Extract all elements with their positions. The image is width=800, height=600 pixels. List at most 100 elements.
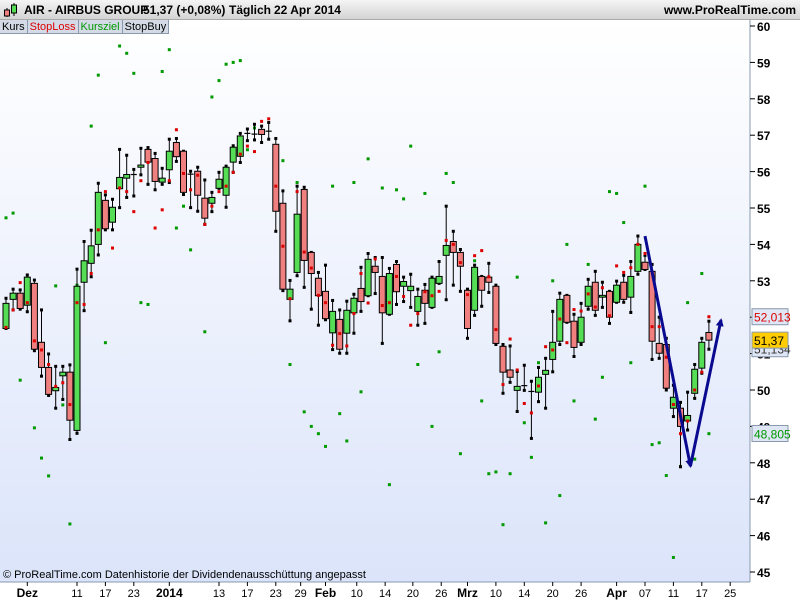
kursziel-point xyxy=(139,301,143,305)
candle xyxy=(279,189,287,293)
candle-high-mark xyxy=(203,178,207,182)
kursziel-point xyxy=(657,441,661,445)
stoploss-point xyxy=(146,161,150,164)
candle-body xyxy=(499,345,507,373)
stoploss-point xyxy=(96,228,100,232)
candle-body xyxy=(38,341,45,368)
candle-low-mark xyxy=(551,370,555,374)
kursziel-point xyxy=(650,443,654,447)
kursziel-point xyxy=(359,390,363,394)
stoploss-point xyxy=(32,339,36,343)
candle-high-mark xyxy=(458,247,462,251)
stoploss-point xyxy=(402,294,406,298)
legend-kursziel[interactable]: Kursziel xyxy=(78,20,123,34)
kursziel-point xyxy=(643,184,647,188)
price-tag-label: 51,37 xyxy=(754,334,784,348)
stoploss-point xyxy=(267,117,271,121)
candle-low-mark xyxy=(196,209,200,213)
kursziel-point xyxy=(593,417,597,421)
x-tick-label: 20 xyxy=(547,588,559,600)
kursziel-point xyxy=(11,211,15,215)
x-tick-label: 26 xyxy=(435,588,447,600)
candle-body xyxy=(655,342,663,354)
indicator-legend: Kurs StopLoss Kursziel StopBuy xyxy=(0,20,170,34)
candle-low-mark xyxy=(444,298,448,302)
stoploss-point xyxy=(380,304,384,308)
candle-high-mark xyxy=(324,263,327,267)
candle-low-mark xyxy=(352,331,356,335)
stoploss-point xyxy=(693,388,697,392)
kursziel-point xyxy=(324,444,327,448)
candle-body xyxy=(698,341,706,369)
kursziel-point xyxy=(103,341,107,345)
candle-low-mark xyxy=(139,173,143,177)
candle-high-mark xyxy=(487,261,491,265)
candle-body xyxy=(59,371,67,377)
candle-low-mark xyxy=(146,182,150,186)
kursziel-point xyxy=(487,472,491,476)
candle-high-mark xyxy=(473,263,477,267)
candle-high-mark xyxy=(274,136,278,140)
candle-high-mark xyxy=(686,390,690,394)
x-tick-label: 07 xyxy=(639,588,651,600)
legend-stopbuy[interactable]: StopBuy xyxy=(122,20,170,34)
candle-body xyxy=(80,260,88,283)
stoploss-point xyxy=(579,309,583,313)
kursziel-point xyxy=(608,190,611,194)
stoploss-point xyxy=(89,272,93,276)
candle-high-mark xyxy=(210,190,214,194)
candle-body xyxy=(101,199,109,230)
candle-body xyxy=(400,281,408,287)
stoploss-point xyxy=(700,370,704,374)
candle-low-mark xyxy=(345,351,349,355)
candle-low-mark xyxy=(359,309,363,313)
candle-body xyxy=(378,275,386,314)
x-tick-label: 11 xyxy=(668,588,679,600)
kursziel-point xyxy=(409,144,413,148)
stoploss-point xyxy=(387,301,391,305)
kursziel-point xyxy=(331,184,335,188)
stoploss-point xyxy=(316,293,320,297)
candlestick-logo-icon xyxy=(4,3,17,17)
stoploss-point xyxy=(480,249,484,253)
stoploss-point xyxy=(281,244,285,248)
kursziel-point xyxy=(182,204,185,208)
stoploss-point xyxy=(487,275,491,279)
candle-low-mark xyxy=(68,438,72,442)
kursziel-point xyxy=(473,259,477,263)
candle-low-mark xyxy=(693,396,697,400)
kursziel-point xyxy=(586,262,590,266)
y-tick-label: 46 xyxy=(757,530,771,544)
candle-low-mark xyxy=(608,321,611,325)
candle xyxy=(471,263,479,317)
candle-low-mark xyxy=(423,321,427,325)
candle-high-mark xyxy=(338,308,342,312)
legend-kurs[interactable]: Kurs xyxy=(0,20,28,34)
x-tick-label: 10 xyxy=(490,588,502,600)
candle-low-mark xyxy=(118,206,122,210)
y-tick-label: 60 xyxy=(757,20,771,34)
candle-high-mark xyxy=(96,181,100,185)
stoploss-point xyxy=(61,381,65,385)
candlestick-chart[interactable]: 45464748495051525354555657585960 Dez1117… xyxy=(0,0,800,600)
site-link[interactable]: www.ProRealTime.com xyxy=(664,3,796,17)
legend-stoploss[interactable]: StopLoss xyxy=(27,20,79,34)
stoploss-point xyxy=(650,325,654,329)
kursziel-point xyxy=(295,181,299,185)
stoploss-point xyxy=(437,289,441,293)
kursziel-point xyxy=(671,555,675,559)
candle-body xyxy=(428,277,436,308)
stoploss-point xyxy=(118,186,122,190)
stoploss-point xyxy=(451,242,455,246)
candle-body xyxy=(620,281,628,300)
stoploss-point xyxy=(167,179,171,183)
stoploss-point xyxy=(338,332,342,336)
candle-low-mark xyxy=(111,228,114,232)
x-tick-label: 2014 xyxy=(156,586,183,600)
candle-high-mark xyxy=(281,189,285,193)
stoploss-point xyxy=(238,152,242,156)
kursziel-point xyxy=(664,474,668,478)
y-tick-label: 45 xyxy=(757,566,771,580)
candle-body xyxy=(577,316,585,343)
kursziel-point xyxy=(416,363,420,367)
